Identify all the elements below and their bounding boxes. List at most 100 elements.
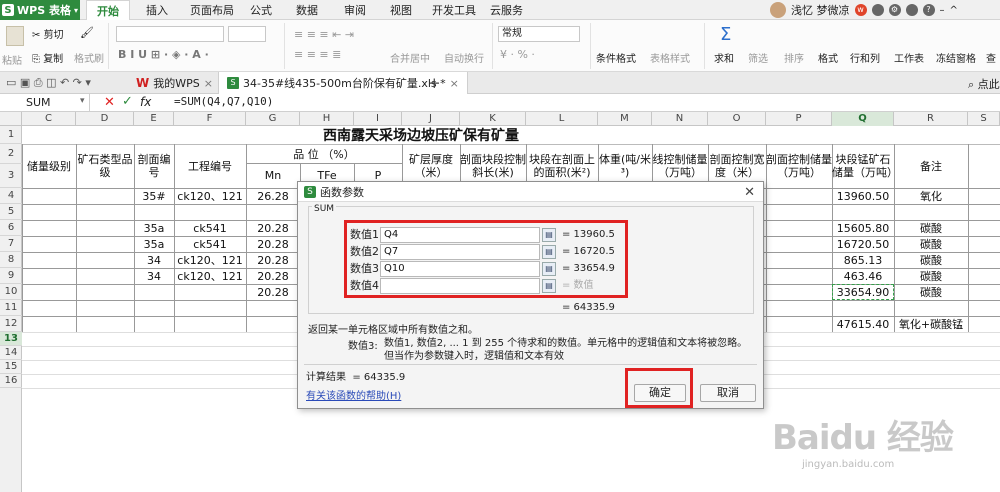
range-select-icon[interactable]: ▤ — [542, 279, 556, 293]
column-header[interactable]: K — [460, 112, 526, 126]
cell[interactable]: 20.28 — [246, 252, 300, 268]
row-header[interactable]: 10 — [0, 284, 22, 300]
arg2-input[interactable]: Q7 — [380, 244, 540, 260]
copy-button[interactable]: ⎘ 复制 — [32, 50, 63, 65]
cloud-icon[interactable] — [905, 4, 918, 16]
cell[interactable]: 35a — [134, 220, 174, 236]
cancel-icon[interactable]: ✕ — [104, 95, 115, 110]
column-header[interactable]: H — [300, 112, 354, 126]
cell[interactable]: 865.13 — [832, 252, 894, 268]
cell[interactable]: 13960.50 — [832, 188, 894, 204]
select-all-corner[interactable] — [0, 112, 22, 126]
quick-access-icons[interactable]: ▭ ▣ ⎙ ◫ ↶ ↷ ▾ — [6, 76, 91, 90]
gear-icon[interactable]: ⚙ — [888, 4, 901, 16]
arg3-input[interactable]: Q10 — [380, 261, 540, 277]
tab-data[interactable]: 数据 — [296, 0, 318, 20]
new-tab-button[interactable]: + — [428, 74, 441, 92]
close-icon[interactable]: × — [450, 77, 459, 90]
column-header[interactable]: S — [968, 112, 1000, 126]
ok-button[interactable]: 确定 — [634, 384, 686, 402]
cell[interactable]: 20.28 — [246, 220, 300, 236]
header-cell[interactable]: 块段锰矿石储量（万吨） — [832, 144, 894, 188]
paste-icon[interactable] — [6, 26, 24, 46]
merge-center-button[interactable]: 合并居中 — [390, 50, 430, 65]
number-format-icons[interactable]: ¥ · % · — [500, 48, 535, 61]
cell[interactable]: 34 — [134, 252, 174, 268]
find-button[interactable]: 查 — [986, 50, 996, 65]
wrap-text-button[interactable]: 自动换行 — [444, 50, 484, 65]
header-cell[interactable]: 备注 — [894, 144, 968, 188]
column-header[interactable]: R — [894, 112, 968, 126]
row-header-selected[interactable]: 13 — [0, 332, 22, 346]
skin-icon[interactable] — [871, 4, 884, 16]
cell[interactable]: 35a — [134, 236, 174, 252]
header-cell[interactable]: 剖面控制储量（万吨） — [766, 144, 832, 188]
cell[interactable]: 碳酸 — [894, 252, 968, 268]
close-icon[interactable]: ✕ — [744, 185, 755, 200]
column-header-selected[interactable]: Q — [832, 112, 894, 126]
number-format-combo[interactable]: 常规 — [498, 26, 580, 42]
close-icon[interactable]: × — [204, 77, 213, 90]
cancel-button[interactable]: 取消 — [700, 384, 756, 402]
help-link-wrap[interactable]: 有关该函数的帮助(H) — [306, 387, 401, 402]
cell[interactable]: 20.28 — [246, 284, 300, 300]
header-cell[interactable]: Mn — [246, 163, 300, 188]
help-link[interactable]: 有关该函数的帮助(H) — [306, 391, 401, 402]
cell[interactable]: 碳酸 — [894, 284, 968, 300]
font-style-icons[interactable]: B I U ⊞ · ◈ · A · — [118, 48, 209, 61]
filter-button[interactable]: 筛选 — [748, 50, 768, 65]
cut-button[interactable]: ✂ 剪切 — [32, 26, 64, 41]
rows-cols-button[interactable]: 行和列 — [850, 50, 880, 65]
cell[interactable]: 20.28 — [246, 268, 300, 284]
column-header[interactable]: E — [134, 112, 174, 126]
column-header[interactable]: P — [766, 112, 832, 126]
column-header[interactable]: J — [402, 112, 460, 126]
column-header[interactable]: M — [598, 112, 652, 126]
header-cell[interactable]: 工程编号 — [174, 144, 246, 188]
sort-button[interactable]: 排序 — [784, 50, 804, 65]
column-header[interactable]: I — [354, 112, 402, 126]
paste-button[interactable]: 粘贴 — [2, 52, 22, 67]
weibo-icon[interactable]: w — [854, 4, 867, 16]
table-style-button[interactable]: 表格样式 — [650, 50, 690, 65]
range-select-icon[interactable]: ▤ — [542, 228, 556, 242]
row-header[interactable]: 8 — [0, 252, 22, 268]
row-header[interactable]: 11 — [0, 300, 22, 316]
cell[interactable]: ck120、121 — [174, 268, 246, 284]
header-cell[interactable]: 剖面编号 — [134, 144, 174, 188]
cell[interactable]: 20.28 — [246, 236, 300, 252]
worksheet-button[interactable]: 工作表 — [894, 50, 924, 65]
chevron-down-icon[interactable]: ▾ — [80, 96, 85, 106]
sum-button[interactable]: 求和 — [714, 50, 734, 65]
cell[interactable]: ck541 — [174, 236, 246, 252]
cell[interactable]: 碳酸 — [894, 220, 968, 236]
cell[interactable]: 15605.80 — [832, 220, 894, 236]
align-icons-2[interactable]: ≡ ≡ ≡ ≣ — [294, 48, 341, 61]
search-area[interactable]: ⌕ 点此 — [968, 76, 1000, 92]
tab-page-layout[interactable]: 页面布局 — [190, 0, 234, 20]
range-select-icon[interactable]: ▤ — [542, 262, 556, 276]
row-header[interactable]: 6 — [0, 220, 22, 236]
row-header[interactable]: 1 — [0, 126, 22, 144]
format-painter-icon[interactable]: 🖌 — [80, 26, 96, 42]
format-button[interactable]: 格式 — [818, 50, 838, 65]
row-header[interactable]: 15 — [0, 360, 22, 374]
cell[interactable]: 碳酸 — [894, 236, 968, 252]
tab-my-wps[interactable]: W 我的WPS × — [128, 72, 221, 94]
cell[interactable]: 34 — [134, 268, 174, 284]
row-header[interactable]: 16 — [0, 374, 22, 388]
column-header[interactable]: N — [652, 112, 708, 126]
column-header[interactable]: D — [76, 112, 134, 126]
format-painter-button[interactable]: 格式刷 — [74, 50, 104, 65]
tab-review[interactable]: 审阅 — [344, 0, 366, 20]
conditional-format-button[interactable]: 条件格式 — [596, 50, 636, 65]
cell[interactable]: ck120、121 — [174, 188, 246, 204]
font-name-combo[interactable] — [116, 26, 224, 42]
align-icons[interactable]: ≡ ≡ ≡ ⇤ ⇥ — [294, 28, 354, 41]
cell[interactable]: 463.46 — [832, 268, 894, 284]
row-header[interactable]: 2 — [0, 144, 22, 164]
row-header[interactable]: 5 — [0, 204, 22, 220]
arg1-input[interactable]: Q4 — [380, 227, 540, 243]
column-header[interactable]: C — [22, 112, 76, 126]
freeze-panes-button[interactable]: 冻结窗格 — [936, 50, 976, 65]
